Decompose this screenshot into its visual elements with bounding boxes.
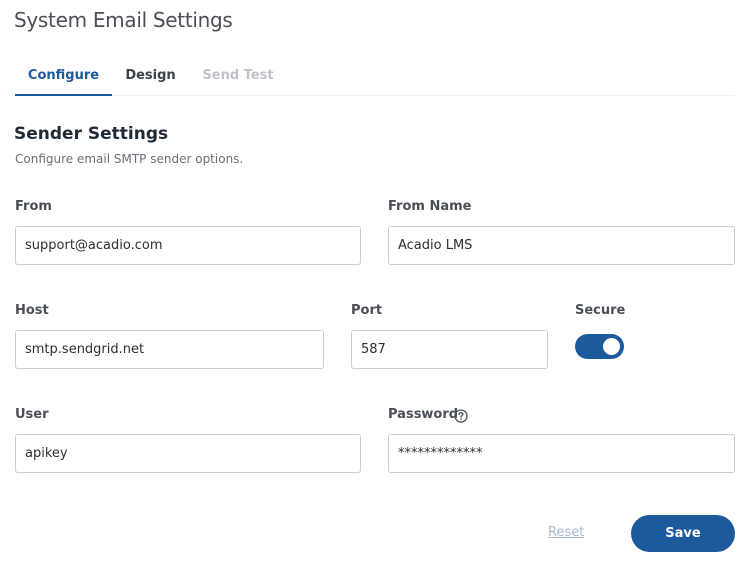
from-name-field[interactable] — [388, 226, 735, 265]
user-field[interactable] — [15, 434, 361, 473]
page-title: System Email Settings — [14, 8, 233, 32]
tab-configure[interactable]: Configure — [15, 58, 112, 96]
secure-label: Secure — [575, 303, 626, 318]
from-field[interactable] — [15, 226, 361, 265]
host-label: Host — [15, 303, 49, 318]
from-name-label: From Name — [388, 199, 472, 214]
reset-link[interactable]: Reset — [548, 525, 584, 540]
section-title: Sender Settings — [14, 124, 169, 144]
tab-design[interactable]: Design — [112, 58, 189, 94]
port-label: Port — [351, 303, 383, 318]
tab-send-test[interactable]: Send Test — [195, 58, 281, 94]
tab-bar: Configure Design Send Test — [15, 58, 735, 96]
section-subtitle: Configure email SMTP sender options. — [15, 152, 244, 166]
save-button[interactable]: Save — [631, 515, 735, 552]
from-label: From — [15, 199, 52, 214]
password-label: Password — [388, 407, 459, 422]
user-label: User — [15, 407, 49, 422]
port-field[interactable] — [351, 330, 548, 369]
host-field[interactable] — [15, 330, 324, 369]
question-circle-icon[interactable] — [454, 408, 468, 423]
toggle-knob — [603, 338, 620, 355]
password-field[interactable] — [388, 434, 735, 473]
secure-toggle[interactable] — [575, 334, 624, 359]
